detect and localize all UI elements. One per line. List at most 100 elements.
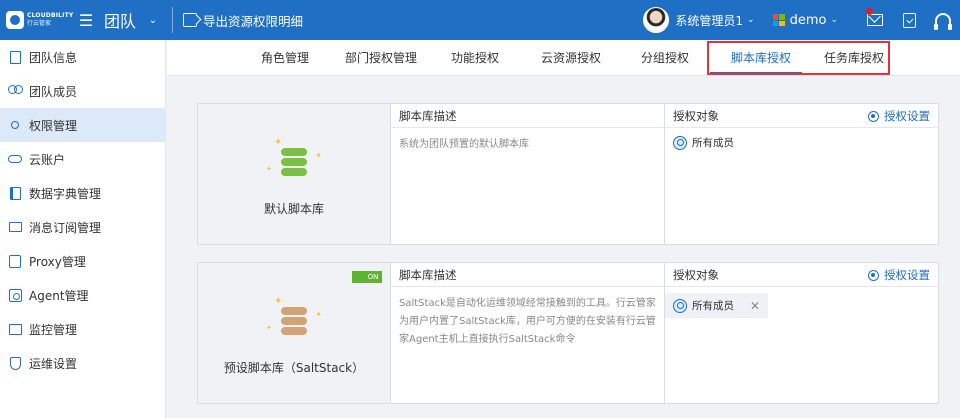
export-permissions-button[interactable]: 导出资源权限明细 [183,11,303,30]
db-segment [281,326,307,335]
db-segment [281,306,307,315]
avatar[interactable] [643,7,670,33]
library-summary: ✦ ✦ ✦ 默认脚本库 [198,104,391,244]
sparkle-icon: ✦ [274,136,283,148]
document-icon [8,50,22,64]
user-settings-icon [8,118,22,132]
sidebar-item-message-subscriptions[interactable]: 消息订阅管理 [0,210,165,244]
cloud-icon [8,152,22,166]
member-label: 所有成员 [692,300,734,312]
script-library-card: ✦ ✦ ✦ 默认脚本库 脚本库描述 系统为团队预置的默认脚本库 授权对象 授权设… [197,103,939,245]
sidebar-item-monitoring[interactable]: 监控管理 [0,312,165,346]
library-summary: ON ✦ ✦ ✦ 预设脚本库（SaltStack） [198,263,391,403]
authorization-column: 授权对象 授权设置 所有成员 ✕ [665,263,938,403]
sparkle-icon: ✦ [315,309,322,319]
user-name[interactable]: 系统管理员1 [675,12,743,29]
top-bar: CLOUDBILITY 行云管家 ☰ 团队 ⌄ 导出资源权限明细 系统管理员1 … [0,0,960,40]
logo-mark-icon [6,11,24,29]
logo[interactable]: CLOUDBILITY 行云管家 [0,11,76,29]
sidebar-item-label: 数据字典管理 [29,186,102,201]
sidebar-item-data-dictionary[interactable]: 数据字典管理 [0,176,165,210]
sidebar-item-label: 权限管理 [29,118,78,133]
support-button[interactable] [926,0,960,40]
sidebar-item-cloud-accounts[interactable]: 云账户 [0,142,165,176]
export-icon [183,13,197,27]
remove-member-icon[interactable]: ✕ [750,299,760,313]
library-description: SaltStack是自动化运维领域经常接触到的工具。行云管家为用户内置了Salt… [399,298,656,345]
authorization-settings-button[interactable]: 授权设置 [868,263,930,287]
database-icon [281,147,307,176]
sidebar-item-label: Agent管理 [29,288,89,303]
db-segment [281,316,307,325]
sparkle-icon: ✦ [266,164,272,173]
toggle-state: ON [365,272,381,282]
description-header: 脚本库描述 [391,263,664,287]
tab-bar: 角色管理 部门授权管理 功能授权 云资源授权 分组授权 脚本库授权 任务库授权 [167,40,960,76]
headset-icon [934,13,952,30]
hamburger-menu-icon[interactable]: ☰ [76,0,96,40]
sparkle-icon: ✦ [266,323,272,332]
tab-department-authorization[interactable]: 部门授权管理 [345,40,417,76]
sidebar-item-label: 监控管理 [29,322,78,337]
tab-group-authorization[interactable]: 分组授权 [641,40,689,76]
title-dropdown-caret-icon[interactable]: ⌄ [140,0,166,40]
library-description: 系统为团队预置的默认脚本库 [399,139,529,150]
sidebar-item-label: 运维设置 [29,356,78,371]
db-segment [281,147,307,156]
gear-icon [868,110,879,122]
authorization-settings-label: 授权设置 [884,109,930,123]
proxy-icon [8,254,22,268]
clipboard-check-icon [902,12,916,28]
gear-icon [868,269,879,281]
authorization-settings-button[interactable]: 授权设置 [868,104,930,128]
shield-icon [8,356,22,370]
messages-button[interactable] [858,0,892,40]
sidebar-item-proxy[interactable]: Proxy管理 [0,244,165,278]
description-column: 脚本库描述 系统为团队预置的默认脚本库 [391,104,665,244]
page-title: 团队 [104,12,137,31]
logo-text-cn: 行云管家 [27,20,52,27]
authorization-column: 授权对象 授权设置 所有成员 [665,104,938,244]
tenant-logo-icon [772,14,785,26]
authorization-header: 授权对象 授权设置 [665,104,938,128]
description-column: 脚本库描述 SaltStack是自动化运维领域经常接触到的工具。行云管家为用户内… [391,263,665,403]
sidebar-item-team-info[interactable]: 团队信息 [0,40,165,74]
header-divider [172,7,173,33]
group-icon [673,298,687,313]
authorized-member-chip: 所有成员 ✕ [665,293,769,318]
tab-role-management[interactable]: 角色管理 [261,40,309,76]
user-menu-caret-icon[interactable]: ⌄ [747,15,755,25]
db-segment [281,157,307,166]
db-segment [281,167,307,176]
book-icon [8,186,22,200]
tasks-button[interactable] [892,0,926,40]
main-content: 角色管理 部门授权管理 功能授权 云资源授权 分组授权 脚本库授权 任务库授权 … [167,40,960,418]
tenant-name[interactable]: demo [790,13,827,28]
sparkle-icon: ✦ [315,150,322,160]
tab-cloud-resource-authorization[interactable]: 云资源授权 [541,40,601,76]
mail-icon [867,14,883,26]
tab-feature-authorization[interactable]: 功能授权 [451,40,499,76]
sidebar-item-label: Proxy管理 [29,254,86,269]
authorization-settings-label: 授权设置 [884,268,930,282]
sidebar-item-label: 云账户 [29,152,66,167]
sidebar-item-label: 团队信息 [29,50,78,65]
description-header: 脚本库描述 [391,104,664,128]
group-icon [673,135,687,150]
enable-toggle[interactable]: ON [352,271,382,283]
sidebar-item-permissions[interactable]: 权限管理 [0,108,165,142]
export-permissions-label: 导出资源权限明细 [203,13,304,29]
sidebar-item-ops-settings[interactable]: 运维设置 [0,346,165,380]
users-icon [8,84,23,98]
sidebar-item-agent[interactable]: Agent管理 [0,278,165,312]
sidebar-item-label: 消息订阅管理 [29,220,102,235]
authorization-header: 授权对象 授权设置 [665,263,938,287]
agent-icon [8,288,22,302]
tenant-menu-caret-icon[interactable]: ⌄ [830,15,838,25]
authorization-header-label: 授权对象 [673,109,719,123]
sparkle-icon: ✦ [274,295,283,307]
sidebar-item-team-members[interactable]: 团队成员 [0,74,165,108]
library-name: 预设脚本库（SaltStack） [223,360,365,375]
sidebar: 团队信息 团队成员 权限管理 云账户 数据字典管理 消息订阅管理 Proxy管理… [0,40,166,418]
authorization-header-label: 授权对象 [673,268,719,282]
